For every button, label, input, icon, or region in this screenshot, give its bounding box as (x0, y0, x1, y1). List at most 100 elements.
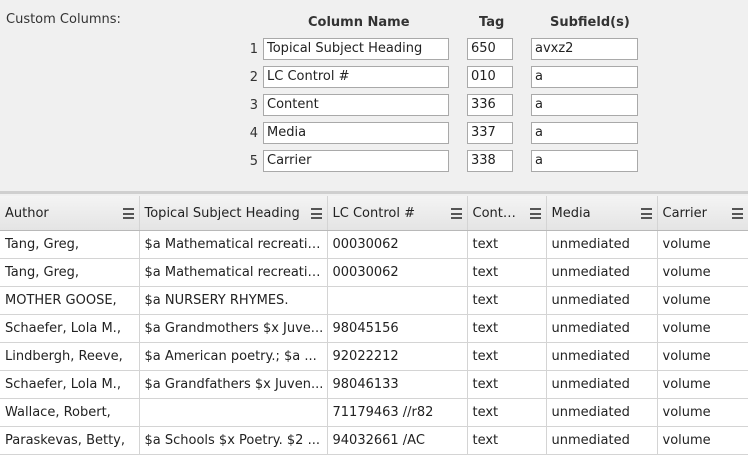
tag-input[interactable]: 337 (467, 122, 513, 144)
column-menu-icon[interactable] (731, 208, 743, 219)
column-header-content[interactable]: Content (467, 196, 547, 231)
column-name-input[interactable]: Topical Subject Heading (263, 38, 449, 60)
table-row[interactable]: Tang, Greg, $a Mathematical recreatio...… (0, 258, 748, 287)
column-menu-icon[interactable] (122, 208, 134, 219)
column-menu-icon[interactable] (640, 208, 652, 219)
cell-carrier: volume (657, 398, 748, 427)
tag-input[interactable]: 336 (467, 94, 513, 116)
cell-author: Wallace, Robert, (0, 398, 140, 427)
custom-column-row: 1 Topical Subject Heading 650 avxz2 (0, 38, 748, 62)
column-name-input[interactable]: Content (263, 94, 449, 116)
row-number: 1 (249, 42, 258, 57)
panel-divider (0, 191, 748, 194)
results-grid: Author Topical Subject Heading LC Contro… (0, 196, 748, 456)
row-number: 4 (249, 126, 258, 141)
cell-topical-subject-heading: $a Mathematical recreatio... (139, 230, 328, 259)
column-name-header: Column Name (308, 15, 410, 30)
subfields-input[interactable]: a (531, 66, 638, 88)
cell-carrier: volume (657, 286, 748, 315)
custom-column-row: 4 Media 337 a (0, 122, 748, 146)
grid-header-row: Author Topical Subject Heading LC Contro… (0, 196, 748, 231)
cell-media: unmediated (546, 286, 658, 315)
column-header-label: Author (5, 205, 49, 221)
cell-content: text (467, 426, 547, 455)
cell-topical-subject-heading: $a American poetry.; $a ... (139, 342, 328, 371)
subfields-header: Subfield(s) (550, 15, 630, 30)
row-number: 2 (249, 70, 258, 85)
cell-author: Schaefer, Lola M., (0, 370, 140, 399)
table-row[interactable]: MOTHER GOOSE, $a NURSERY RHYMES. text un… (0, 286, 748, 315)
cell-carrier: volume (657, 314, 748, 343)
cell-content: text (467, 398, 547, 427)
cell-lc-control: 00030062 (327, 230, 468, 259)
cell-media: unmediated (546, 426, 658, 455)
cell-author: Schaefer, Lola M., (0, 314, 140, 343)
cell-carrier: volume (657, 230, 748, 259)
custom-columns-panel: Custom Columns: Column Name Tag Subfield… (0, 0, 748, 192)
cell-media: unmediated (546, 342, 658, 371)
cell-content: text (467, 230, 547, 259)
table-row[interactable]: Paraskevas, Betty, $a Schools $x Poetry.… (0, 426, 748, 455)
column-header-carrier[interactable]: Carrier (657, 196, 748, 231)
cell-author: Tang, Greg, (0, 258, 140, 287)
cell-media: unmediated (546, 370, 658, 399)
subfields-input[interactable]: a (531, 94, 638, 116)
cell-lc-control: 00030062 (327, 258, 468, 287)
custom-columns-label: Custom Columns: (6, 12, 121, 27)
column-name-input[interactable]: Media (263, 122, 449, 144)
subfields-input[interactable]: avxz2 (531, 38, 638, 60)
subfields-input[interactable]: a (531, 150, 638, 172)
cell-lc-control: 71179463 //r82 (327, 398, 468, 427)
cell-carrier: volume (657, 426, 748, 455)
subfields-input[interactable]: a (531, 122, 638, 144)
column-header-topical-subject-heading[interactable]: Topical Subject Heading (139, 196, 328, 231)
column-header-author[interactable]: Author (0, 196, 140, 231)
custom-column-row: 3 Content 336 a (0, 94, 748, 118)
cell-lc-control: 98045156 (327, 314, 468, 343)
cell-media: unmediated (546, 314, 658, 343)
cell-topical-subject-heading: $a Mathematical recreatio... (139, 258, 328, 287)
column-header-label: Content (472, 205, 525, 221)
table-row[interactable]: Lindbergh, Reeve, $a American poetry.; $… (0, 342, 748, 371)
cell-content: text (467, 342, 547, 371)
cell-author: Paraskevas, Betty, (0, 426, 140, 455)
column-header-media[interactable]: Media (546, 196, 658, 231)
column-header-label: LC Control # (332, 205, 415, 221)
cell-author: MOTHER GOOSE, (0, 286, 140, 315)
tag-header: Tag (479, 15, 505, 30)
row-number: 3 (249, 98, 258, 113)
column-menu-icon[interactable] (310, 208, 322, 219)
cell-author: Lindbergh, Reeve, (0, 342, 140, 371)
column-menu-icon[interactable] (529, 208, 541, 219)
cell-content: text (467, 258, 547, 287)
cell-topical-subject-heading: $a Grandmothers $x Juve... (139, 314, 328, 343)
tag-input[interactable]: 650 (467, 38, 513, 60)
cell-media: unmediated (546, 258, 658, 287)
table-row[interactable]: Wallace, Robert, 71179463 //r82 text unm… (0, 398, 748, 427)
custom-column-row: 2 LC Control # 010 a (0, 66, 748, 90)
cell-lc-control (327, 286, 468, 315)
tag-input[interactable]: 010 (467, 66, 513, 88)
cell-lc-control: 94032661 /AC (327, 426, 468, 455)
custom-column-row: 5 Carrier 338 a (0, 150, 748, 174)
table-row[interactable]: Schaefer, Lola M., $a Grandmothers $x Ju… (0, 314, 748, 343)
column-name-input[interactable]: LC Control # (263, 66, 449, 88)
cell-content: text (467, 370, 547, 399)
column-menu-icon[interactable] (450, 208, 462, 219)
table-row[interactable]: Tang, Greg, $a Mathematical recreatio...… (0, 230, 748, 259)
cell-topical-subject-heading: $a Grandfathers $x Juven... (139, 370, 328, 399)
cell-media: unmediated (546, 398, 658, 427)
column-header-label: Carrier (662, 205, 707, 221)
tag-input[interactable]: 338 (467, 150, 513, 172)
cell-author: Tang, Greg, (0, 230, 140, 259)
cell-topical-subject-heading: $a Schools $x Poetry. $2 ... (139, 426, 328, 455)
cell-carrier: volume (657, 258, 748, 287)
table-row[interactable]: Schaefer, Lola M., $a Grandfathers $x Ju… (0, 370, 748, 399)
cell-carrier: volume (657, 370, 748, 399)
column-header-lc-control[interactable]: LC Control # (327, 196, 468, 231)
cell-carrier: volume (657, 342, 748, 371)
column-name-input[interactable]: Carrier (263, 150, 449, 172)
cell-media: unmediated (546, 230, 658, 259)
column-header-label: Topical Subject Heading (144, 205, 300, 221)
cell-lc-control: 92022212 (327, 342, 468, 371)
